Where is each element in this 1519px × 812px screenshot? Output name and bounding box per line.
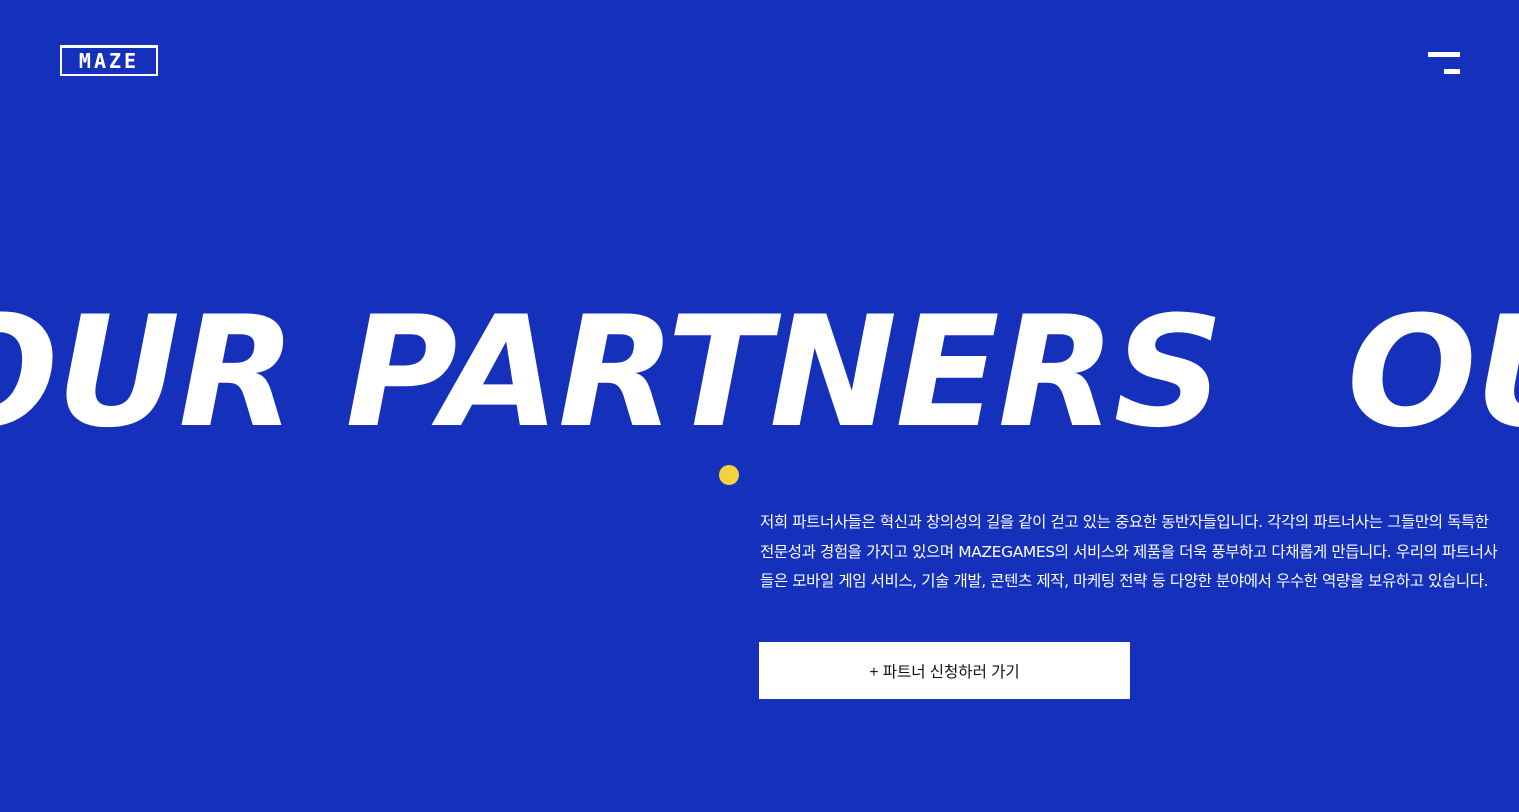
partner-apply-button[interactable]: + 파트너 신청하러 가기: [759, 642, 1130, 699]
hamburger-menu-icon[interactable]: [1426, 50, 1460, 76]
partners-marquee: OUR PARTNERS OUR PARTNERS: [0, 284, 1519, 450]
partners-description: 저희 파트너사들은 혁신과 창의성의 길을 같이 걷고 있는 중요한 동반자들입…: [760, 513, 1498, 590]
maze-logo[interactable]: MAZE: [60, 45, 158, 76]
menu-line-top: [1428, 52, 1460, 57]
menu-line-bottom: [1444, 69, 1460, 74]
logo-text: MAZE: [78, 49, 140, 73]
marquee-text: OUR PARTNERS: [1347, 284, 1519, 450]
accent-dot: [719, 465, 739, 485]
marquee-text: OUR PARTNERS: [0, 284, 1222, 450]
